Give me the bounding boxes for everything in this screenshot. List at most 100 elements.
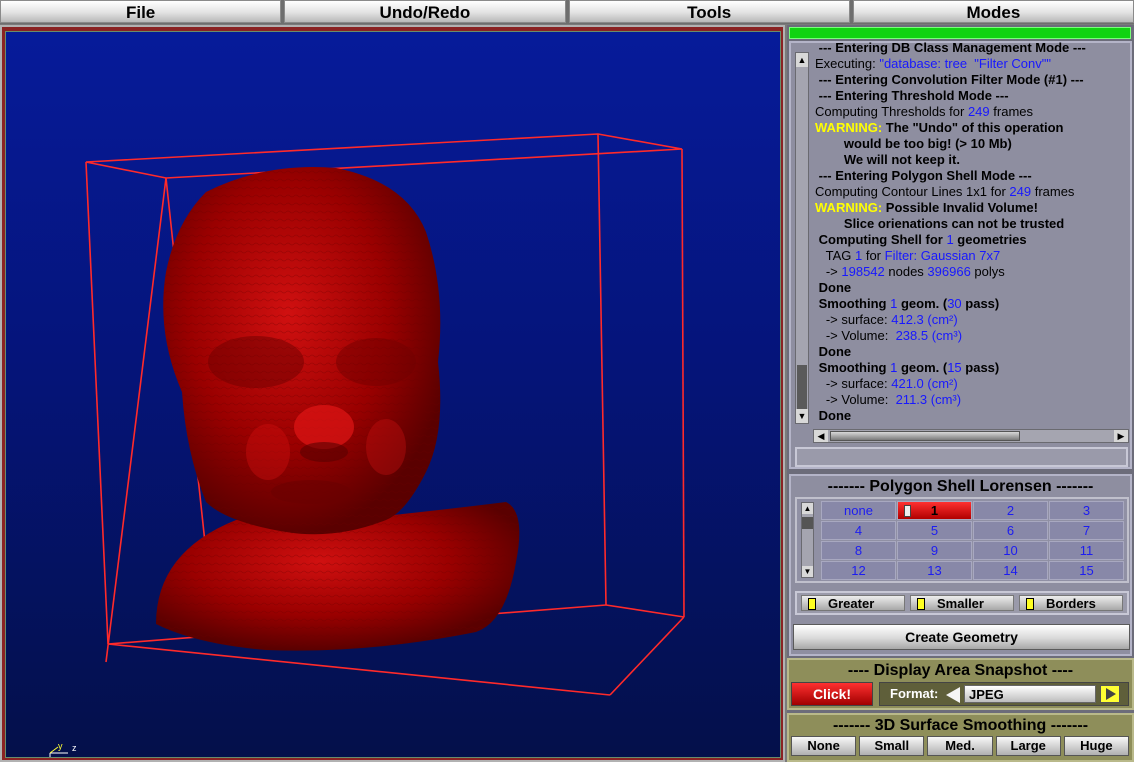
smoothing-med-button[interactable]: Med. <box>927 736 993 756</box>
smaller-checkbox[interactable]: Smaller <box>910 595 1014 611</box>
menu-file[interactable]: File <box>0 0 282 23</box>
console-segment: --- Entering Convolution Filter Mode (#1… <box>815 72 1084 87</box>
scroll-down-icon[interactable]: ▼ <box>796 409 808 423</box>
progress-bar <box>789 27 1131 39</box>
checkbox-indicator <box>1026 598 1034 610</box>
tag-cell-13[interactable]: 13 <box>897 561 972 580</box>
format-next-icon[interactable] <box>1100 685 1120 703</box>
menu-undo-redo[interactable]: Undo/Redo <box>284 0 566 23</box>
smoothing-options: None Small Med. Large Huge <box>791 736 1130 756</box>
console-segment: 198542 <box>841 264 885 279</box>
console-line: would be too big! (> 10 Mb) <box>815 136 1127 152</box>
create-geometry-button[interactable]: Create Geometry <box>793 624 1130 650</box>
console-line: WARNING: Possible Invalid Volume! <box>815 200 1127 216</box>
tag-scroll-thumb[interactable] <box>802 517 813 529</box>
console-line: TAG 1 for Filter: Gaussian 7x7 <box>815 248 1127 264</box>
smoothing-small-button[interactable]: Small <box>859 736 925 756</box>
smoothing-huge-button[interactable]: Huge <box>1063 736 1130 756</box>
filter-checkbox-row: Greater Smaller Borders <box>795 591 1129 615</box>
console-segment: frames <box>989 104 1033 119</box>
format-prev-icon[interactable] <box>946 687 960 703</box>
scroll-left-icon[interactable]: ◀ <box>814 430 828 442</box>
tag-cell-14[interactable]: 14 <box>973 561 1048 580</box>
tag-scroll-down-icon[interactable]: ▼ <box>802 566 813 577</box>
tag-cell-none[interactable]: none <box>821 501 896 520</box>
tag-grid: none 1 2 3 4 5 6 7 8 9 10 11 12 13 14 15 <box>821 501 1124 580</box>
menu-modes[interactable]: Modes <box>852 0 1134 23</box>
greater-checkbox[interactable]: Greater <box>801 595 905 611</box>
smaller-label: Smaller <box>937 596 984 611</box>
tag-scroll-up-icon[interactable]: ▲ <box>802 503 813 514</box>
console-segment: Smoothing <box>815 296 891 311</box>
console-segment: 421.0 (cm²) <box>891 376 958 391</box>
console-line: --- Entering Convolution Filter Mode (#1… <box>815 72 1127 88</box>
console-segment: 249 <box>967 104 990 119</box>
console-segment: --- Entering Polygon Shell Mode --- <box>815 168 1032 183</box>
hscroll-thumb[interactable] <box>830 431 1020 441</box>
tag-cell-9[interactable]: 9 <box>897 541 972 560</box>
console-line: -> Volume: 211.3 (cm³) <box>815 392 1127 408</box>
tag-cell-11[interactable]: 11 <box>1049 541 1124 560</box>
console-line: -> surface: 412.3 (cm²) <box>815 312 1127 328</box>
console-line: We will not keep it. <box>815 152 1127 168</box>
console-line: -> Volume: 238.5 (cm³) <box>815 328 1127 344</box>
console-line: Computing Shell for 1 geometries <box>815 232 1127 248</box>
console-vertical-scrollbar[interactable]: ▲ ▼ <box>795 52 809 424</box>
smoothing-large-button[interactable]: Large <box>995 736 1061 756</box>
console-segment: "database: tree "Filter Conv"" <box>879 56 1051 71</box>
tag-cell-12[interactable]: 12 <box>821 561 896 580</box>
console-segment: Computing Shell for <box>815 232 947 247</box>
tag-cell-2[interactable]: 2 <box>973 501 1048 520</box>
console-segment: TAG <box>815 248 855 263</box>
format-value[interactable]: JPEG <box>964 685 1096 703</box>
console-segment: Done <box>815 344 852 359</box>
console-segment: polys <box>970 264 1005 279</box>
tag-cell-7[interactable]: 7 <box>1049 521 1124 540</box>
borders-checkbox[interactable]: Borders <box>1019 595 1123 611</box>
mesh-head <box>163 167 441 535</box>
console-segment: -> <box>815 264 842 279</box>
checkbox-indicator <box>917 598 925 610</box>
tag-cell-5[interactable]: 5 <box>897 521 972 540</box>
console-segment: 15 <box>947 360 962 375</box>
tag-cell-8[interactable]: 8 <box>821 541 896 560</box>
surface-smoothing-panel: ------- 3D Surface Smoothing ------- Non… <box>787 713 1134 762</box>
tag-selector: ▲ ▼ none 1 2 3 4 5 6 7 8 9 10 11 12 13 14 15 <box>795 497 1129 583</box>
console-segment: geom. ( <box>897 296 948 311</box>
tag-cell-10[interactable]: 10 <box>973 541 1048 560</box>
3d-viewport[interactable]: y z x <box>5 31 781 758</box>
console-line: -> surface: 421.0 (cm²) <box>815 376 1127 392</box>
smoothing-none-button[interactable]: None <box>791 736 857 756</box>
borders-label: Borders <box>1046 596 1096 611</box>
format-label: Format: <box>890 686 939 701</box>
console-input[interactable] <box>795 447 1128 467</box>
polygon-shell-title: ------- Polygon Shell Lorensen ------- <box>827 478 1094 495</box>
tag-cell-6[interactable]: 6 <box>973 521 1048 540</box>
tag-cell-3[interactable]: 3 <box>1049 501 1124 520</box>
console-segment: frames <box>1031 184 1075 199</box>
console-segment: Executing: <box>815 56 880 71</box>
smoothing-title: ------- 3D Surface Smoothing ------- <box>832 717 1089 734</box>
console-segment: 30 <box>947 296 962 311</box>
console-horizontal-scrollbar[interactable]: ◀ ▶ <box>813 429 1129 443</box>
console-segment: nodes <box>884 264 928 279</box>
scroll-up-icon[interactable]: ▲ <box>796 53 808 67</box>
scroll-thumb[interactable] <box>797 365 807 409</box>
snapshot-click-button[interactable]: Click! <box>791 682 873 706</box>
console-segment: pass) <box>961 360 1000 375</box>
axis-z-label: z <box>72 743 77 753</box>
scroll-right-icon[interactable]: ▶ <box>1114 430 1128 442</box>
console-segment: Computing Contour Lines 1x1 for <box>815 184 1010 199</box>
console-segment: for <box>862 248 885 263</box>
console-segment: Done <box>815 408 852 423</box>
console-log: --- Entering DB Class Management Mode --… <box>815 40 1127 426</box>
tag-cell-15[interactable]: 15 <box>1049 561 1124 580</box>
console-line: Computing Thresholds for 249 frames <box>815 104 1127 120</box>
format-selector: Format: JPEG <box>879 682 1129 706</box>
console-segment: -> surface: <box>815 376 892 391</box>
tag-scrollbar[interactable]: ▲ ▼ <box>801 502 814 578</box>
menu-tools[interactable]: Tools <box>568 0 850 23</box>
tag-cell-1[interactable]: 1 <box>897 501 972 520</box>
tag-cell-4[interactable]: 4 <box>821 521 896 540</box>
console-line: Done <box>815 280 1127 296</box>
